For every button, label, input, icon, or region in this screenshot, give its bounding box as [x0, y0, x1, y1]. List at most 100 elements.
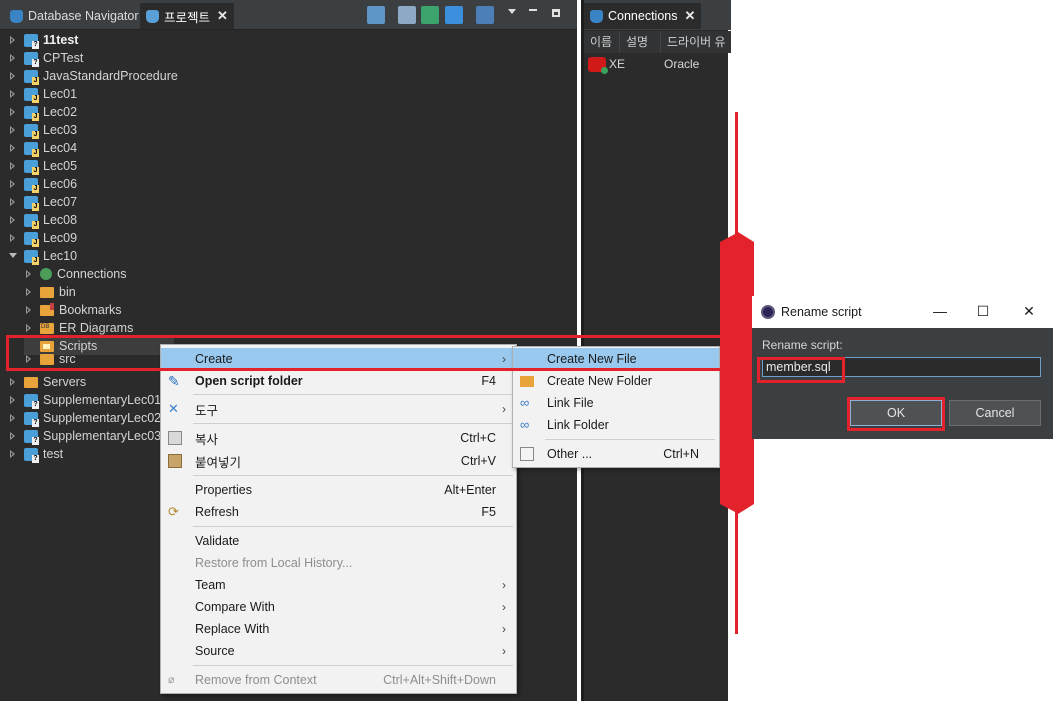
- expand-arrow-icon[interactable]: [24, 269, 34, 279]
- rename-script-label: Rename script:: [762, 338, 843, 352]
- column-header-driver[interactable]: 드라이버 유: [661, 31, 731, 53]
- expand-arrow-icon[interactable]: [8, 71, 18, 81]
- tree-node-label: Bookmarks: [59, 303, 122, 317]
- configure-icon[interactable]: [445, 6, 463, 24]
- expand-arrow-icon[interactable]: [8, 179, 18, 189]
- expand-arrow-icon[interactable]: [8, 215, 18, 225]
- tree-node[interactable]: Lec04: [8, 139, 77, 157]
- remove-context-icon: ⌀: [168, 674, 175, 686]
- tree-node[interactable]: SupplementaryLec03: [8, 427, 161, 445]
- tree-node[interactable]: Lec10: [8, 247, 77, 265]
- maximize-icon[interactable]: ☐: [973, 303, 993, 321]
- expand-arrow-icon[interactable]: [8, 431, 18, 441]
- tree-node[interactable]: ER Diagrams: [24, 319, 133, 337]
- menu-item-label: Create New Folder: [547, 374, 652, 388]
- menu-item-team[interactable]: Team ›: [161, 574, 516, 596]
- view-options-icon[interactable]: [476, 6, 494, 24]
- tree-node[interactable]: JavaStandardProcedure: [8, 67, 178, 85]
- tree-node[interactable]: Lec09: [8, 229, 77, 247]
- new-project-icon[interactable]: [367, 6, 385, 24]
- menu-item-replace-with[interactable]: Replace With ›: [161, 618, 516, 640]
- table-row[interactable]: XE Oracle: [584, 54, 731, 74]
- menu-item-shortcut: Ctrl+V: [460, 454, 496, 468]
- java-project-icon: [24, 123, 39, 139]
- menu-item-other[interactable]: Other ... Ctrl+N: [513, 443, 719, 465]
- menu-item-open-script-folder[interactable]: ✎ Open script folder F4: [161, 370, 516, 392]
- menu-item-validate[interactable]: Validate: [161, 530, 516, 552]
- expand-arrow-icon[interactable]: [8, 53, 18, 63]
- ok-button[interactable]: OK: [850, 400, 942, 426]
- tab-database-navigator[interactable]: Database Navigator: [4, 3, 144, 29]
- minimize-icon[interactable]: —: [930, 303, 950, 321]
- menu-item-properties[interactable]: Properties Alt+Enter: [161, 479, 516, 501]
- menu-item-create-new-folder[interactable]: Create New Folder: [513, 370, 719, 392]
- expand-arrow-icon[interactable]: [8, 395, 18, 405]
- tree-node[interactable]: Lec02: [8, 103, 77, 121]
- tree-node[interactable]: CPTest: [8, 49, 83, 67]
- view-menu-icon[interactable]: [508, 9, 516, 14]
- tree-node[interactable]: Lec01: [8, 85, 77, 103]
- tree-node[interactable]: test: [8, 445, 63, 463]
- tree-node[interactable]: SupplementaryLec02: [8, 409, 161, 427]
- minimize-icon[interactable]: [529, 9, 537, 11]
- column-header-name[interactable]: 이름: [584, 31, 620, 53]
- tree-node[interactable]: 11test: [8, 31, 78, 49]
- close-icon[interactable]: ✕: [685, 8, 696, 24]
- menu-item-compare-with[interactable]: Compare With ›: [161, 596, 516, 618]
- maximize-icon[interactable]: [552, 9, 560, 17]
- tree-node-label: SupplementaryLec03: [43, 429, 162, 443]
- tab-connections[interactable]: Connections ✕: [584, 3, 702, 29]
- expand-arrow-icon[interactable]: [8, 161, 18, 171]
- folder-icon: [40, 286, 54, 298]
- tab-projects[interactable]: 프로젝트 ✕: [140, 3, 234, 29]
- menu-item-paste[interactable]: 붙여넣기 Ctrl+V: [161, 450, 516, 472]
- tree-node[interactable]: Bookmarks: [24, 301, 122, 319]
- tree-node[interactable]: src: [24, 353, 76, 365]
- tree-node[interactable]: Lec05: [8, 157, 77, 175]
- tree-node-label: Lec06: [43, 177, 78, 191]
- expand-arrow-icon[interactable]: [24, 354, 34, 364]
- menu-item-refresh[interactable]: ⟳ Refresh F5: [161, 501, 516, 523]
- tree-node[interactable]: Lec06: [8, 175, 77, 193]
- expand-arrow-icon[interactable]: [8, 413, 18, 423]
- tree-node[interactable]: bin: [24, 283, 76, 301]
- expand-arrow-icon[interactable]: [8, 89, 18, 99]
- menu-item-link-folder[interactable]: ∞ Link Folder: [513, 414, 719, 436]
- link-with-editor-icon[interactable]: [421, 6, 439, 24]
- expand-arrow-icon[interactable]: [8, 125, 18, 135]
- menu-item-copy[interactable]: 복사 Ctrl+C: [161, 427, 516, 449]
- copy-icon: [168, 431, 182, 445]
- menu-item-create[interactable]: Create ›: [161, 348, 516, 370]
- close-icon[interactable]: ✕: [1019, 303, 1039, 321]
- expand-arrow-icon[interactable]: [8, 377, 18, 387]
- rename-script-input[interactable]: [762, 357, 1041, 377]
- expand-arrow-icon[interactable]: [24, 305, 34, 315]
- close-icon[interactable]: ✕: [217, 8, 228, 24]
- menu-item-create-new-file[interactable]: Create New File: [513, 348, 719, 370]
- expand-arrow-icon[interactable]: [8, 107, 18, 117]
- column-header-description[interactable]: 설명: [620, 31, 661, 53]
- menu-item-tools[interactable]: ✕ 도구 ›: [161, 398, 516, 420]
- expand-arrow-icon[interactable]: [8, 449, 18, 459]
- collapse-all-icon[interactable]: [398, 6, 416, 24]
- project-icon: [24, 393, 39, 409]
- tree-node[interactable]: Lec07: [8, 193, 77, 211]
- expand-arrow-icon[interactable]: [8, 35, 18, 45]
- tree-node[interactable]: SupplementaryLec01: [8, 391, 161, 409]
- menu-item-source[interactable]: Source ›: [161, 640, 516, 662]
- expand-arrow-icon[interactable]: [24, 323, 34, 333]
- collapse-arrow-icon[interactable]: [8, 251, 18, 261]
- expand-arrow-icon[interactable]: [8, 143, 18, 153]
- menu-item-label: Create New File: [547, 352, 637, 366]
- expand-arrow-icon[interactable]: [8, 197, 18, 207]
- submenu-arrow-icon: ›: [502, 644, 506, 658]
- menu-item-link-file[interactable]: ∞ Link File: [513, 392, 719, 414]
- tree-node[interactable]: Servers: [8, 373, 86, 391]
- tree-node[interactable]: Lec03: [8, 121, 77, 139]
- bookmarks-icon: [40, 302, 54, 316]
- cancel-button[interactable]: Cancel: [949, 400, 1041, 426]
- tree-node[interactable]: Lec08: [8, 211, 77, 229]
- expand-arrow-icon[interactable]: [24, 287, 34, 297]
- expand-arrow-icon[interactable]: [8, 233, 18, 243]
- tree-node[interactable]: Connections: [24, 265, 127, 283]
